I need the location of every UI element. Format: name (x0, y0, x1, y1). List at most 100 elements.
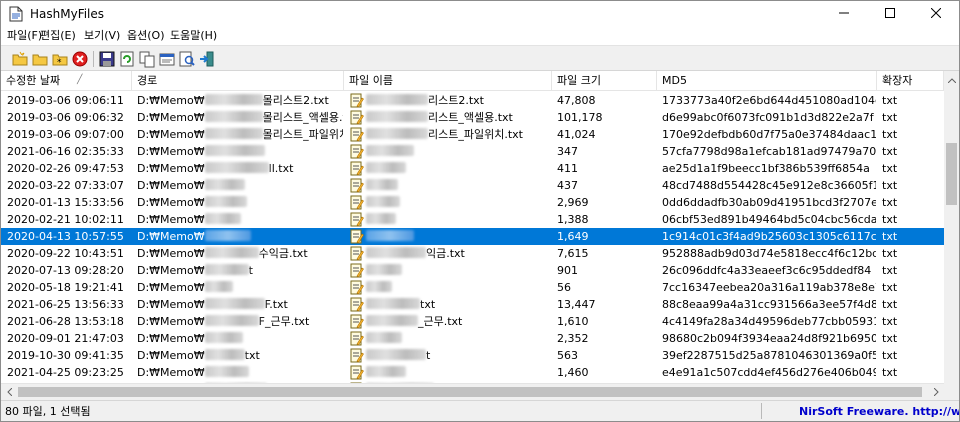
toolbar-separator (93, 51, 94, 67)
copy-icon[interactable] (138, 50, 156, 68)
redacted-text (366, 162, 406, 173)
path-prefix: D:₩Memo₩ (137, 281, 205, 294)
minimize-button[interactable] (821, 1, 867, 27)
chevron-up-icon (947, 73, 956, 86)
table-row[interactable]: 2021-06-16 02:35:33 D:₩Memo₩ 347 57cfa7798d… (1, 143, 944, 160)
vertical-scroll-thumb[interactable] (946, 143, 957, 205)
cell-path: D:₩Memo₩ (137, 364, 343, 381)
redacted-text (366, 145, 414, 156)
close-button[interactable] (913, 1, 959, 27)
cell-filesize: 2,352 (557, 332, 589, 345)
cell-path: D:₩Memo₩ 수익금.txt (137, 245, 343, 262)
horizontal-scroll-thumb[interactable] (18, 387, 922, 397)
column-header-modified-date[interactable]: 수정한 날짜 ╱ (1, 71, 132, 91)
table-row[interactable]: 2020-09-01 21:47:03 D:₩Memo₩ 2,352 98680c2b… (1, 330, 944, 347)
cell-extension: txt (882, 315, 898, 328)
cell-filesize: 2,969 (557, 196, 589, 209)
toolbar: * (1, 45, 959, 71)
table-row[interactable]: 2020-07-13 09:28:20 D:₩Memo₩ t 901 26c096ddf… (1, 262, 944, 279)
scroll-left-button[interactable] (1, 384, 17, 401)
column-header-md5[interactable]: MD5 (657, 71, 877, 91)
cell-md5: 88c8eaa99a4a31cc931566a3ee57f4d8 (662, 298, 876, 311)
cell-filename (349, 177, 549, 194)
column-header-filename[interactable]: 파일 이름 (344, 71, 552, 91)
scroll-up-button[interactable] (944, 71, 959, 87)
table-row[interactable]: 2021-04-25 09:23:25 D:₩Memo₩ 1,460 e4e91a1c… (1, 364, 944, 381)
maximize-button[interactable] (867, 1, 913, 27)
redacted-text (366, 264, 402, 275)
menu-help[interactable]: 도움말(H) (167, 28, 220, 44)
table-row[interactable]: 2020-04-13 10:57:55 D:₩Memo₩ 1,649 1c914c01… (1, 228, 944, 245)
title-bar[interactable]: HashMyFiles (1, 1, 959, 27)
table-row[interactable]: 2021-06-25 13:56:33 D:₩Memo₩ F.txt txt 13,44… (1, 296, 944, 313)
cell-path: D:₩Memo₩ (137, 228, 343, 245)
path-prefix: D:₩Memo₩ (137, 213, 205, 226)
column-header-label: 수정한 날짜 (6, 74, 61, 87)
exit-icon[interactable] (198, 50, 216, 68)
table-row[interactable]: 2021-06-28 13:53:18 D:₩Memo₩ F_근무.txt _근무.t… (1, 313, 944, 330)
path-prefix: D:₩Memo₩ (137, 332, 205, 345)
cell-filesize: 47,808 (557, 94, 596, 107)
path-prefix: D:₩Memo₩ (137, 230, 205, 243)
cell-extension: txt (882, 213, 898, 226)
cell-filename: 리스트_액셀용.txt (349, 109, 549, 126)
table-row[interactable]: 2020-02-21 10:02:11 D:₩Memo₩ 1,388 06cbf53e… (1, 211, 944, 228)
path-suffix: ll.txt (268, 162, 294, 175)
menu-edit[interactable]: 편집(E) (37, 28, 79, 44)
cell-md5: d6e99abc0f6073fc091b1d3d822e2a7f (662, 111, 874, 124)
horizontal-scrollbar[interactable] (1, 383, 944, 400)
table-row[interactable]: 2020-01-13 15:33:56 D:₩Memo₩ 2,969 0dd6ddad… (1, 194, 944, 211)
menu-options[interactable]: 옵션(O) (124, 28, 167, 44)
save-icon[interactable] (98, 50, 116, 68)
cell-md5: 57cfa7798d98a1efcab181ad97479a70 (662, 145, 876, 158)
menu-view[interactable]: 보기(V) (81, 28, 123, 44)
column-header-path[interactable]: 경로 (132, 71, 344, 91)
filename-suffix: 리스트2.txt (428, 94, 484, 107)
path-prefix: D:₩Memo₩ (137, 349, 205, 362)
cell-filesize: 411 (557, 162, 578, 175)
remove-icon[interactable] (71, 50, 89, 68)
cell-filesize: 1,388 (557, 213, 589, 226)
table-row[interactable]: 2019-03-06 09:07:00 D:₩Memo₩ 몰리스트_파일위치....… (1, 126, 944, 143)
add-wildcard-icon[interactable]: * (51, 50, 69, 68)
table-row[interactable]: 2019-03-06 09:06:32 D:₩Memo₩ 몰리스트_액셀용.txt 리… (1, 109, 944, 126)
table-row[interactable]: 2019-10-30 09:41:35 D:₩Memo₩ txt t 563 39ef22… (1, 347, 944, 364)
add-files-icon[interactable] (11, 50, 29, 68)
cell-filename: 리스트2.txt (349, 92, 549, 109)
cell-modified-date: 2020-02-21 10:02:11 (7, 213, 124, 226)
table-row[interactable]: 2019-03-06 09:06:11 D:₩Memo₩ 몰리스트2.txt 리스트2… (1, 92, 944, 109)
cell-extension: txt (882, 94, 898, 107)
properties-icon[interactable] (158, 50, 176, 68)
column-header-filesize[interactable]: 파일 크기 (552, 71, 657, 91)
cell-modified-date: 2020-05-18 19:21:41 (7, 281, 124, 294)
cell-filesize: 1,610 (557, 315, 589, 328)
refresh-icon[interactable] (118, 50, 136, 68)
table-row[interactable]: 2020-05-18 19:21:41 D:₩Memo₩ 56 7cc16347eeb… (1, 279, 944, 296)
redacted-text (204, 213, 241, 224)
path-prefix: D:₩Memo₩ (137, 264, 205, 277)
vertical-scrollbar[interactable] (944, 71, 959, 400)
cell-extension: txt (882, 332, 898, 345)
path-suffix: txt (244, 349, 260, 362)
cell-filesize: 41,024 (557, 128, 596, 141)
redacted-text (204, 366, 249, 377)
column-header-extension[interactable]: 확장자 (877, 71, 944, 91)
cell-filename (349, 364, 549, 381)
nirsoft-link[interactable]: NirSoft Freeware. http://www.nir (799, 404, 959, 419)
cell-filesize: 563 (557, 349, 578, 362)
cell-modified-date: 2019-03-06 09:07:00 (7, 128, 124, 141)
file-list[interactable]: 수정한 날짜 ╱ 경로 파일 이름 파일 크기 MD5 확장자 2019-03-… (1, 71, 944, 400)
redacted-text (204, 179, 245, 190)
cell-md5: 26c096ddfc4a33eaeef3c6c95ddedf84 (662, 264, 872, 277)
table-row[interactable]: 2020-02-26 09:47:53 D:₩Memo₩ ll.txt 411 ae25… (1, 160, 944, 177)
table-row[interactable]: 2020-03-22 07:33:07 D:₩Memo₩ 437 48cd7488d5… (1, 177, 944, 194)
find-icon[interactable] (178, 50, 196, 68)
cell-filename: txt (349, 296, 549, 313)
redacted-text (204, 264, 249, 275)
table-row[interactable]: 2020-09-22 10:43:51 D:₩Memo₩ 수익금.txt 익금.txt… (1, 245, 944, 262)
scroll-right-button[interactable] (928, 384, 944, 401)
redacted-text (366, 366, 406, 377)
add-folder-icon[interactable] (31, 50, 49, 68)
cell-md5: e4e91a1c507cdd4ef456d276e406b049 (662, 366, 876, 379)
redacted-text (366, 298, 420, 309)
